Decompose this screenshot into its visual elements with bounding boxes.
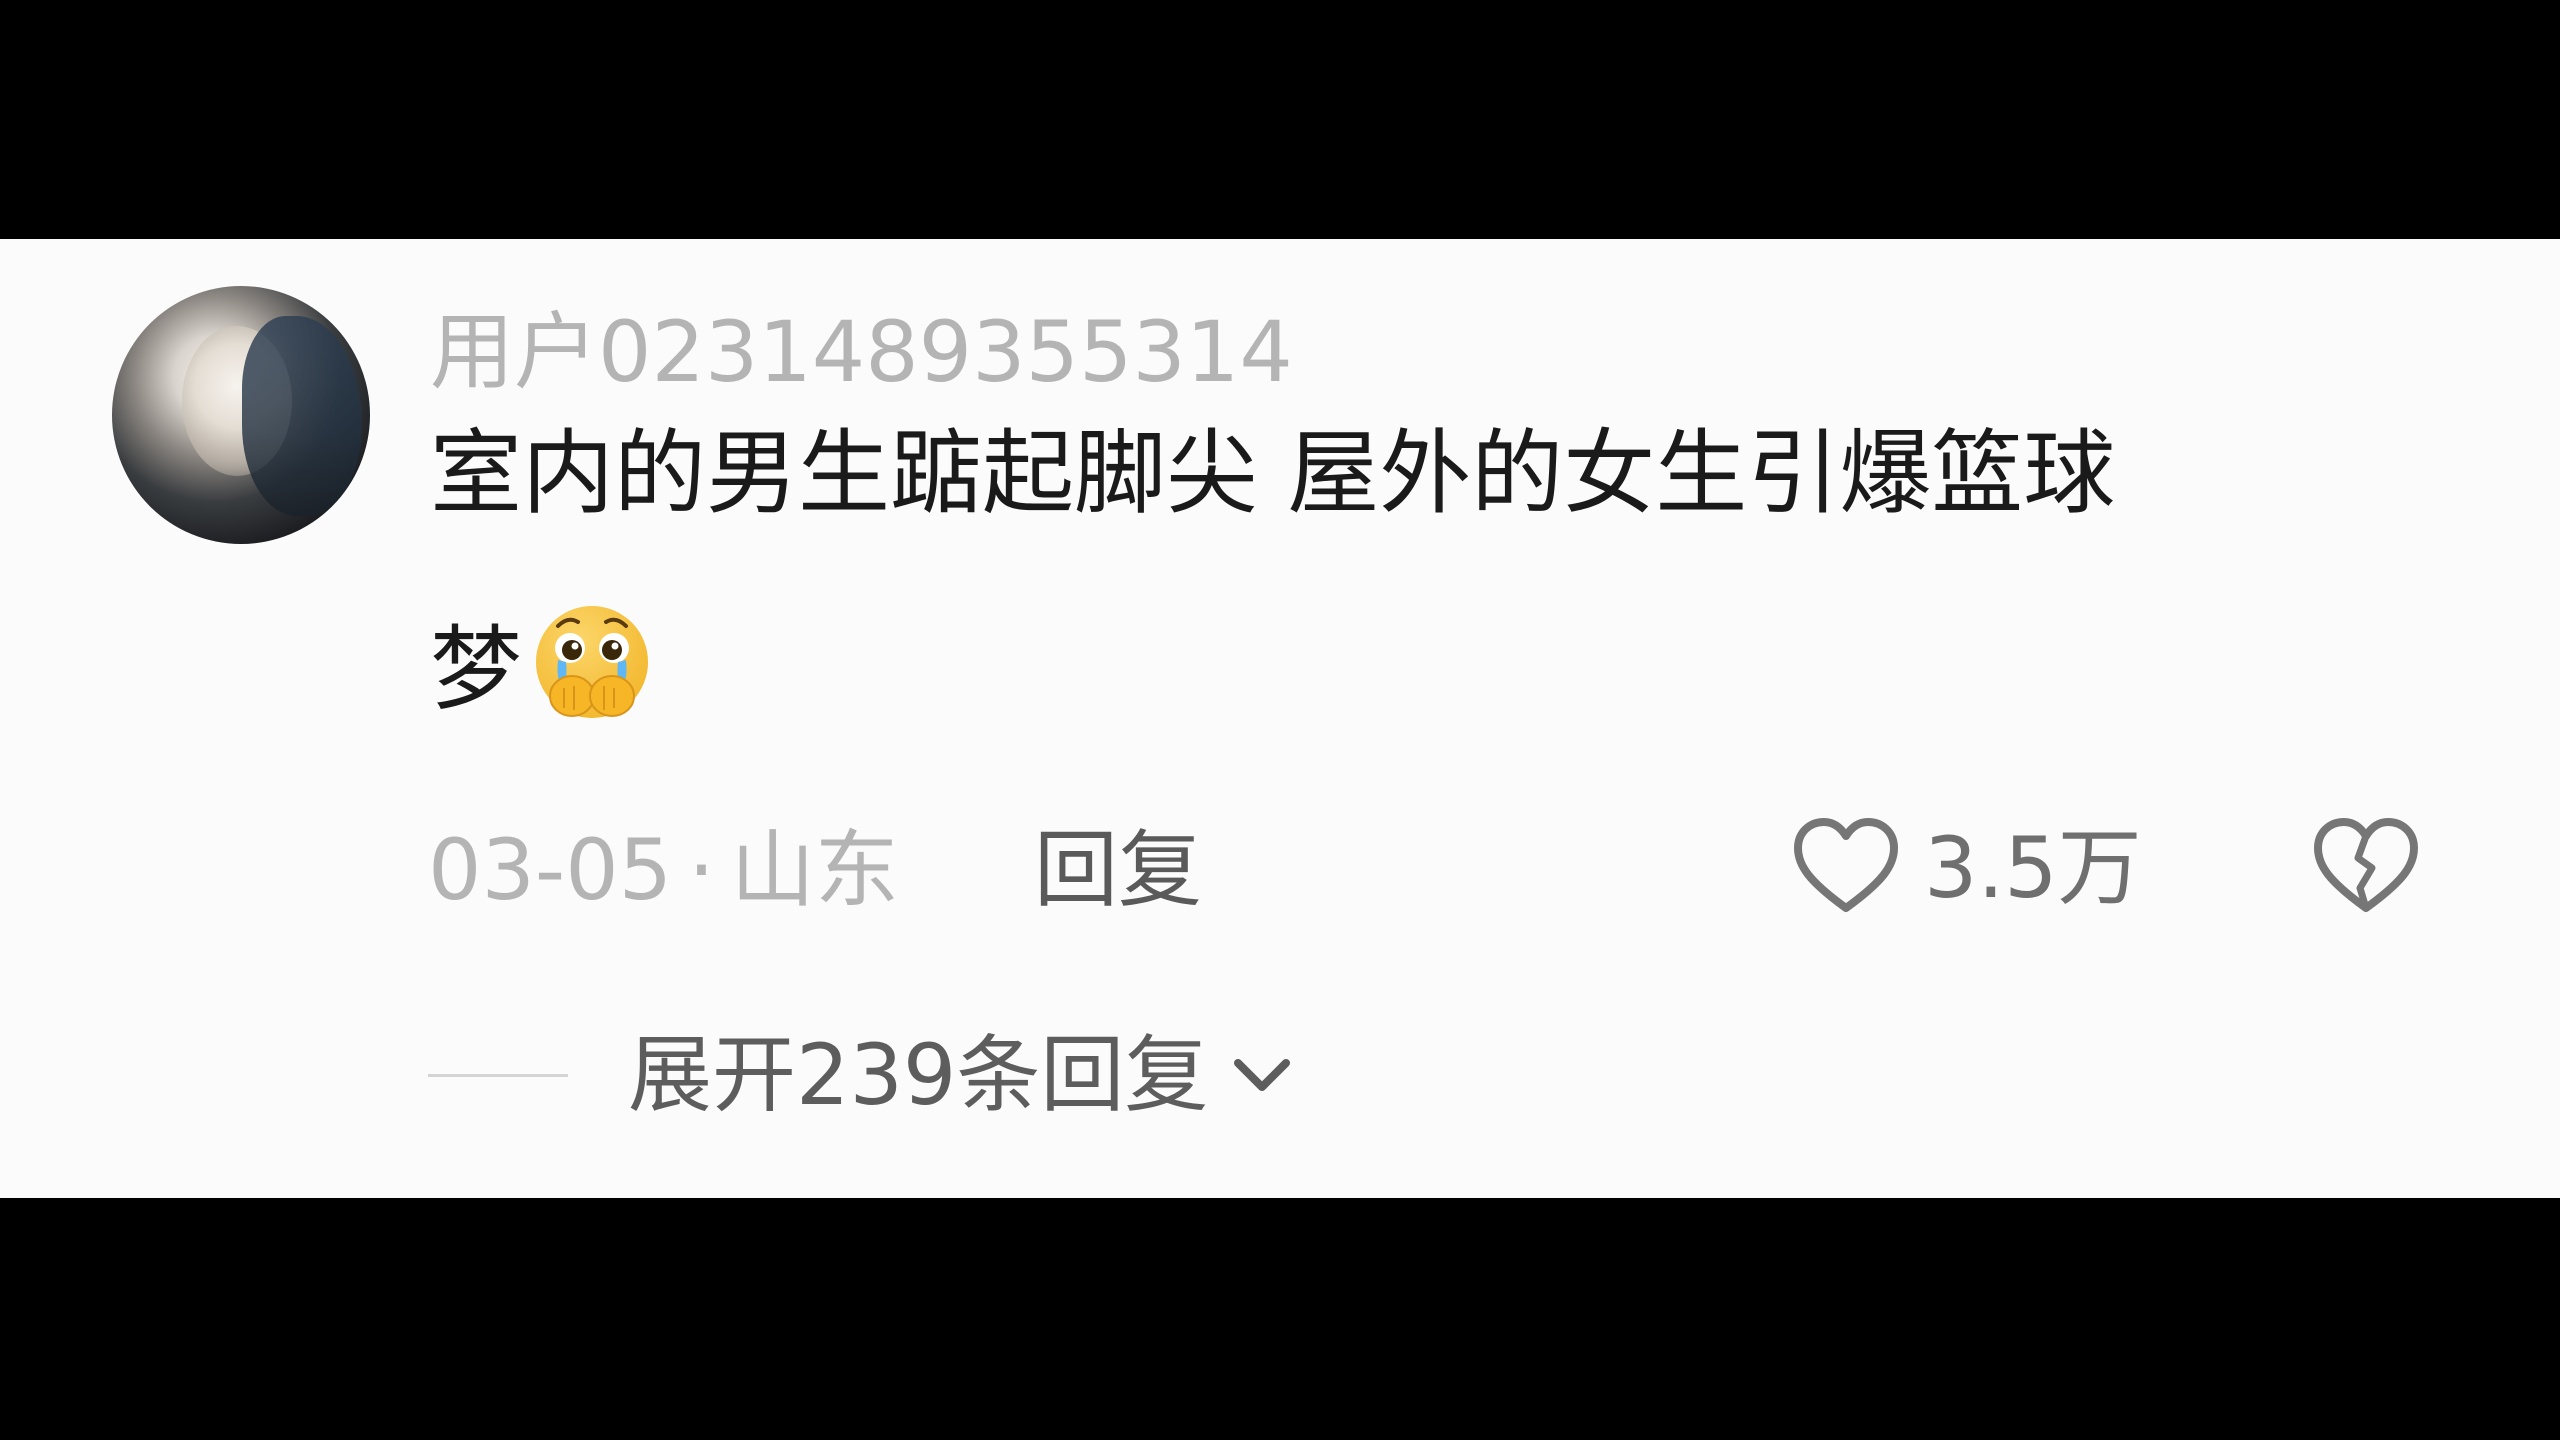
letterbox-bottom (0, 1198, 2560, 1440)
chevron-down-icon (1234, 1059, 1291, 1091)
comment-text-line-1: 室内的男生踮起脚尖 屋外的女生引爆篮球 (430, 420, 2116, 527)
comment-text: 室内的男生踮起脚尖 屋外的女生引爆篮球 梦 (430, 420, 2390, 724)
letterbox-top (0, 0, 2560, 239)
comment-date: 03-05 (428, 821, 673, 919)
like-count: 3.5万 (1924, 819, 2142, 917)
comment-text-line-2-text: 梦 (430, 616, 523, 723)
meta-separator: · (688, 821, 715, 919)
avatar-shadow (242, 316, 362, 516)
comment-text-line-2: 梦 (430, 606, 2390, 724)
broken-heart-icon[interactable] (2310, 812, 2422, 924)
avatar[interactable] (112, 286, 370, 544)
comment-location: 山东 (730, 821, 899, 919)
expand-divider (428, 1073, 568, 1077)
comment-username[interactable]: 用户0231489355314 (430, 302, 1293, 402)
reply-button[interactable]: 回复 (1034, 820, 1202, 920)
comment-meta: 03-05 · 山东 (428, 820, 899, 920)
expand-replies-button[interactable]: 展开239条回复 (428, 1025, 1298, 1125)
pleading-face-crying-emoji-icon (536, 606, 649, 718)
expand-replies-label: 展开239条回复 (628, 1026, 1209, 1124)
heart-outline-icon (1794, 818, 1898, 912)
like-button[interactable]: 3.5万 (1790, 812, 2142, 924)
